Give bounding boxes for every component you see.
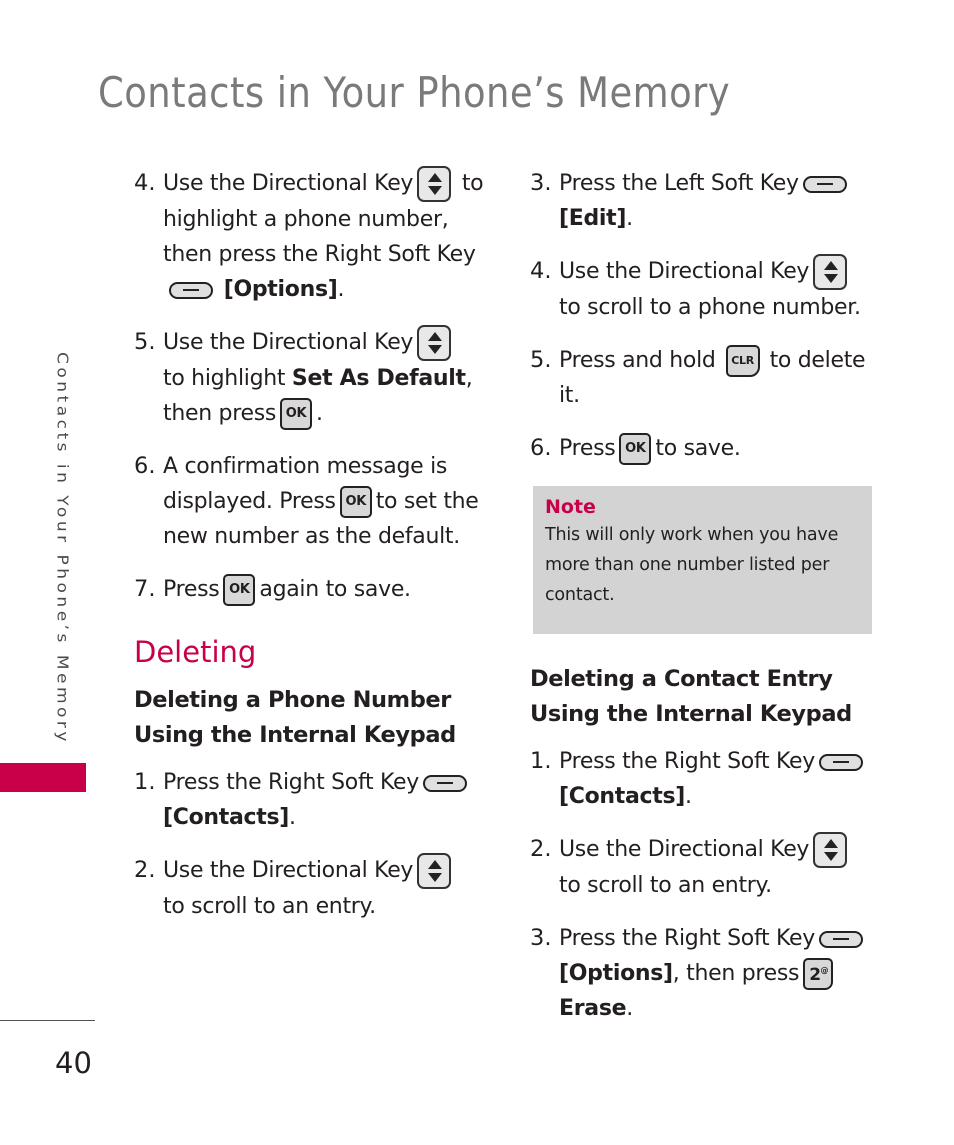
directional-key-icon: [813, 254, 848, 290]
page-title: Contacts in Your Phone’s Memory: [98, 68, 731, 117]
soft-key-icon: [819, 930, 864, 948]
directional-key-icon: [417, 166, 452, 202]
step-item: 4. Use the Directional Key to highlight …: [134, 166, 494, 307]
footer-divider: [0, 1020, 95, 1021]
ok-key-icon: OK: [223, 574, 256, 606]
note-text: This will only work when you have more t…: [545, 525, 839, 605]
subsection-heading: Deleting a Contact Entry Using the Inter…: [530, 666, 852, 727]
step-item: 3. Press the Right Soft Key [Options], th…: [530, 921, 875, 1026]
soft-key-icon: [802, 175, 847, 193]
clr-key-icon: CLR: [725, 345, 760, 377]
directional-key-icon: [417, 325, 452, 361]
side-tab-marker: [0, 763, 86, 792]
subsection-heading: Deleting a Phone Number Using the Intern…: [134, 687, 456, 748]
step-item: 4. Use the Directional Key to scroll to a…: [530, 254, 875, 325]
note-box: Note This will only work when you have m…: [533, 486, 872, 634]
step-item: 2. Use the Directional Key to scroll to a…: [134, 853, 494, 924]
step-item: 5. Use the Directional Key to highlight S…: [134, 325, 494, 431]
step-item: 6. A confirmation message is displayed. …: [134, 453, 479, 549]
ok-key-icon: OK: [280, 398, 313, 430]
right-column: 3. Press the Left Soft Key [Edit]. 4. Use…: [530, 166, 875, 1044]
step-item: 5. Press and hold CLR to delete it.: [530, 345, 866, 408]
page-number: 40: [55, 1046, 92, 1080]
number-2-key-icon: 2 @: [803, 958, 834, 990]
directional-key-icon: [813, 832, 848, 868]
soft-key-icon: [169, 281, 213, 299]
section-heading: Deleting: [134, 635, 257, 669]
soft-key-icon: [423, 774, 468, 792]
ok-key-icon: OK: [339, 486, 372, 518]
step-item: 2. Use the Directional Key to scroll to a…: [530, 832, 875, 903]
step-item: 1. Press the Right Soft Key [Contacts].: [134, 765, 494, 835]
step-item: 1. Press the Right Soft Key [Contacts].: [530, 744, 875, 814]
ok-key-icon: OK: [619, 433, 652, 465]
side-tab-label: Contacts in Your Phone’s Memory: [53, 352, 71, 745]
soft-key-icon: [819, 753, 864, 771]
directional-key-icon: [417, 853, 452, 889]
note-heading: Note: [545, 496, 596, 518]
step-item: 3. Press the Left Soft Key [Edit].: [530, 166, 875, 236]
left-column: 4. Use the Directional Key to highlight …: [134, 166, 494, 942]
step-item: 6. Press OK to save.: [530, 431, 875, 466]
step-item: 7. Press OK again to save.: [134, 572, 494, 607]
